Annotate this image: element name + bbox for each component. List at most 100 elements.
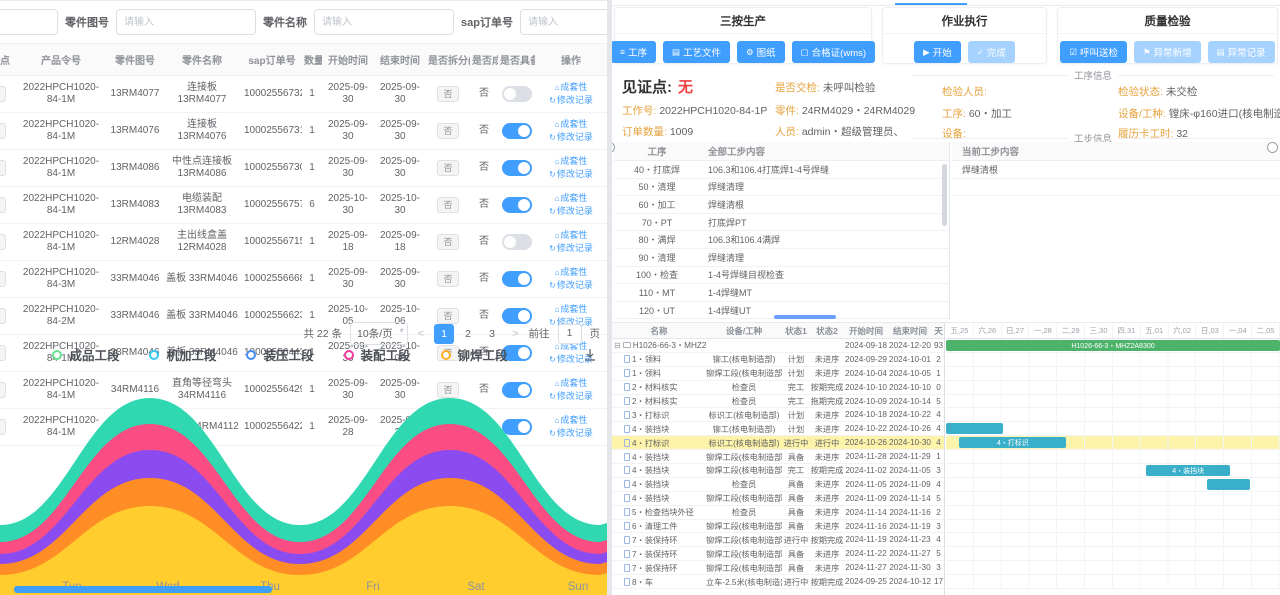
legend-item[interactable]: 装压工段	[246, 345, 313, 364]
history-link[interactable]: ↻修改记录	[549, 95, 593, 105]
gantt-bar[interactable]: 4・打标识	[959, 437, 1066, 448]
开始-button[interactable]: ▶开始	[914, 41, 961, 63]
gantt-row[interactable]: 7・装保持环铆焊工段(核电制造部)具备未进序2024-11-222024-11-…	[612, 547, 944, 561]
gantt-chart-row[interactable]: 4・打标识	[946, 436, 1280, 450]
gantt-chart-row[interactable]	[946, 575, 1280, 589]
collapse-icon[interactable]: ⊟	[614, 341, 621, 350]
gantt-row[interactable]: 1・领料铆工(核电制造部)计划未进序2024-09-292024-10-012	[612, 353, 944, 367]
kit-link[interactable]: ⌂成套性	[555, 378, 588, 388]
gantt-chart-row[interactable]	[946, 520, 1280, 534]
ready-toggle[interactable]	[502, 271, 532, 287]
history-link[interactable]: ↻修改记录	[549, 169, 593, 179]
gantt-bar[interactable]	[1207, 479, 1250, 490]
tabs-strip	[612, 0, 1280, 6]
kit-link[interactable]: ⌂成套性	[555, 267, 588, 277]
history-link[interactable]: ↻修改记录	[549, 206, 593, 216]
step-row[interactable]: 70・PT打底焊PT	[614, 214, 949, 232]
gantt-row[interactable]: 4・装挡块铆焊工段(核电制造部)具备未进序2024-11-282024-11-2…	[612, 450, 944, 464]
gantt-row[interactable]: 1・领料铆焊工段(核电制造部)计划未进序2024-10-042024-10-05…	[612, 367, 944, 381]
clipped-filter-input[interactable]	[0, 9, 58, 35]
gantt-chart-row[interactable]	[946, 367, 1280, 381]
legend-item[interactable]: 成品工段	[52, 345, 119, 364]
sap-order-input[interactable]	[520, 9, 607, 35]
history-link[interactable]: ↻修改记录	[549, 132, 593, 142]
step-row[interactable]: 100・检查1-4号焊缝目视检查	[614, 267, 949, 285]
gantt-bar[interactable]	[946, 423, 1003, 434]
right-resize-handle[interactable]	[1267, 142, 1278, 153]
prev-page-button[interactable]: <	[416, 328, 426, 340]
gantt-row[interactable]: 3・打标识标识工(核电制造部)计划未进序2024-10-182024-10-22…	[612, 408, 944, 422]
工艺文件-button[interactable]: ▤工艺文件	[663, 41, 730, 63]
合格证(wms)-button[interactable]: ▢合格证(wms)	[792, 41, 875, 63]
step-row[interactable]: 90・清理焊缝清理	[614, 249, 949, 267]
next-page-button[interactable]: >	[510, 328, 520, 340]
gantt-row[interactable]: 4・装挡块铆焊工段(核电制造部)具备未进序2024-11-092024-11-1…	[612, 492, 944, 506]
呼叫送检-button[interactable]: ☑呼叫送检	[1060, 41, 1127, 63]
page-number-2[interactable]: 2	[458, 324, 478, 344]
vertical-scrollbar[interactable]	[942, 164, 947, 226]
gantt-row[interactable]: 4・装挡块铆焊工段(核电制造部)完工按期完成2024-11-022024-11-…	[612, 464, 944, 478]
gantt-chart-row[interactable]	[946, 395, 1280, 409]
jump-page-input[interactable]	[558, 324, 582, 344]
工序-button[interactable]: ≡工序	[612, 41, 656, 63]
gantt-row[interactable]: 4・装挡块铆工(核电制造部)计划未进序2024-10-222024-10-264	[612, 422, 944, 436]
history-link[interactable]: ↻修改记录	[549, 280, 593, 290]
legend-item[interactable]: 机加工段	[149, 345, 216, 364]
page-size-select[interactable]: 10条/页	[350, 322, 408, 345]
gantt-row[interactable]: ⊟H1026-66-3・MHZ2A83002024-09-182024-12-2…	[612, 339, 944, 353]
start-date: 2025-09-30	[322, 150, 374, 187]
step-row[interactable]: 110・MT1-4焊缝MT	[614, 284, 949, 302]
ready-toggle[interactable]	[502, 234, 532, 250]
kit-link[interactable]: ⌂成套性	[555, 230, 588, 240]
kit-link[interactable]: ⌂成套性	[555, 82, 588, 92]
gantt-chart-row[interactable]	[946, 547, 1280, 561]
gantt-row[interactable]: 5・检查挡块外径检查员具备未进序2024-11-142024-11-162	[612, 506, 944, 520]
gantt-chart-row[interactable]	[946, 353, 1280, 367]
gantt-row[interactable]: 8・车立车-2.5米(核电制造部)进行中按期完成2024-09-252024-1…	[612, 575, 944, 589]
part-drawing-input[interactable]	[116, 9, 256, 35]
gantt-row[interactable]: 4・装挡块检查员具备未进序2024-11-052024-11-094	[612, 478, 944, 492]
download-chart-icon[interactable]	[583, 348, 597, 367]
gantt-row[interactable]: 4・打标识标识工(核电制造部)进行中进行中2024-10-262024-10-3…	[612, 436, 944, 450]
gantt-chart-row[interactable]: 4・装挡块	[946, 464, 1280, 478]
gantt-chart-row[interactable]	[946, 561, 1280, 575]
kit-link[interactable]: ⌂成套性	[555, 119, 588, 129]
gantt-bar[interactable]: H1026-66-3・MHZ2A8300	[946, 340, 1280, 351]
gantt-row[interactable]: 7・装保持环铆焊工段(核电制造部)进行中按期完成2024-11-192024-1…	[612, 533, 944, 547]
gantt-chart-row[interactable]	[946, 422, 1280, 436]
ready-toggle[interactable]	[502, 123, 532, 139]
page-number-1[interactable]: 1	[434, 324, 454, 344]
kit-link[interactable]: ⌂成套性	[555, 304, 588, 314]
step-row[interactable]: 50・清理焊缝清理	[614, 179, 949, 197]
step-no: 50・清理	[614, 180, 700, 193]
gantt-chart-row[interactable]	[946, 506, 1280, 520]
legend-item[interactable]: 铆焊工段	[441, 345, 508, 364]
gantt-row[interactable]: 2・材料核实检查员完工拖期完成2024-10-092024-10-145	[612, 395, 944, 409]
gantt-chart-row[interactable]	[946, 492, 1280, 506]
gantt-bar[interactable]: 4・装挡块	[1146, 465, 1230, 476]
page-number-3[interactable]: 3	[482, 324, 502, 344]
legend-item[interactable]: 装配工段	[344, 345, 411, 364]
ready-toggle[interactable]	[502, 160, 532, 176]
gantt-chart-row[interactable]	[946, 533, 1280, 547]
chart-scrollbar[interactable]	[14, 586, 272, 593]
history-link[interactable]: ↻修改记录	[549, 243, 593, 253]
horizontal-scrollbar[interactable]	[774, 315, 836, 319]
part-name-input[interactable]	[314, 9, 454, 35]
kit-link[interactable]: ⌂成套性	[555, 193, 588, 203]
ready-toggle[interactable]	[502, 197, 532, 213]
ready-toggle[interactable]	[502, 86, 532, 102]
step-row[interactable]: 40・打底焊106.3和106.4打底焊1-4号焊缝	[614, 161, 949, 179]
gantt-chart-row[interactable]	[946, 478, 1280, 492]
图纸-button[interactable]: ⚙图纸	[737, 41, 785, 63]
gantt-chart-row[interactable]	[946, 408, 1280, 422]
gantt-row[interactable]: 6・清理工件铆焊工段(核电制造部)具备未进序2024-11-162024-11-…	[612, 520, 944, 534]
gantt-chart-row[interactable]	[946, 450, 1280, 464]
gantt-chart-row[interactable]	[946, 381, 1280, 395]
gantt-row[interactable]: 2・材料核实检查员完工按期完成2024-10-102024-10-100	[612, 381, 944, 395]
kit-link[interactable]: ⌂成套性	[555, 156, 588, 166]
gantt-row[interactable]: 7・装保持环铆焊工段(核电制造部)具备未进序2024-11-272024-11-…	[612, 561, 944, 575]
step-row[interactable]: 60・加工焊缝清根	[614, 196, 949, 214]
step-row[interactable]: 80・满焊106.3和106.4满焊	[614, 231, 949, 249]
gantt-chart-row[interactable]: H1026-66-3・MHZ2A8300	[946, 339, 1280, 353]
